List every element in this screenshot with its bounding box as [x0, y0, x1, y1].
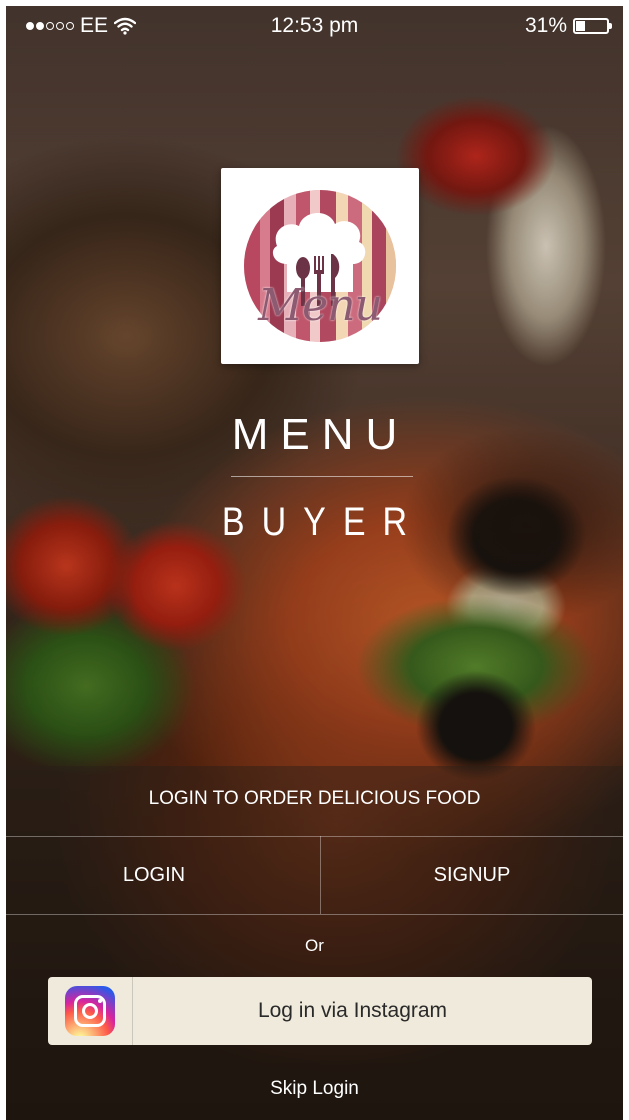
instagram-icon-wrap: [48, 977, 133, 1045]
login-tagline: LOGIN TO ORDER DELICIOUS FOOD: [148, 788, 481, 809]
chef-hat-cutlery-icon: [244, 190, 396, 342]
status-right: 31%: [524, 6, 612, 46]
login-screen: EE 12:53 pm 31% Menu MENU BUYER LOGIN TO…: [6, 6, 623, 1120]
divider-bottom: [6, 914, 623, 915]
skip-login-link[interactable]: Skip Login: [6, 1078, 623, 1100]
login-panel: LOGIN TO ORDER DELICIOUS FOOD LOGIN SIGN…: [6, 766, 623, 1120]
logo-wordmark: Menu: [258, 280, 383, 331]
battery-fill: [576, 21, 585, 31]
title-divider: [231, 476, 413, 477]
instagram-login-button[interactable]: Log in via Instagram: [48, 977, 592, 1045]
app-title: MENU: [231, 410, 410, 459]
status-bar: EE 12:53 pm 31%: [6, 6, 623, 46]
app-logo: Menu: [221, 168, 419, 364]
battery-percentage: 31%: [524, 14, 567, 37]
login-button[interactable]: LOGIN: [6, 837, 302, 914]
battery-icon: [573, 18, 612, 34]
signup-button[interactable]: SIGNUP: [321, 837, 623, 914]
instagram-login-label: Log in via Instagram: [257, 999, 448, 1022]
or-separator: Or: [305, 936, 324, 955]
instagram-icon: [65, 986, 115, 1036]
app-subtitle: BUYER: [221, 500, 425, 544]
